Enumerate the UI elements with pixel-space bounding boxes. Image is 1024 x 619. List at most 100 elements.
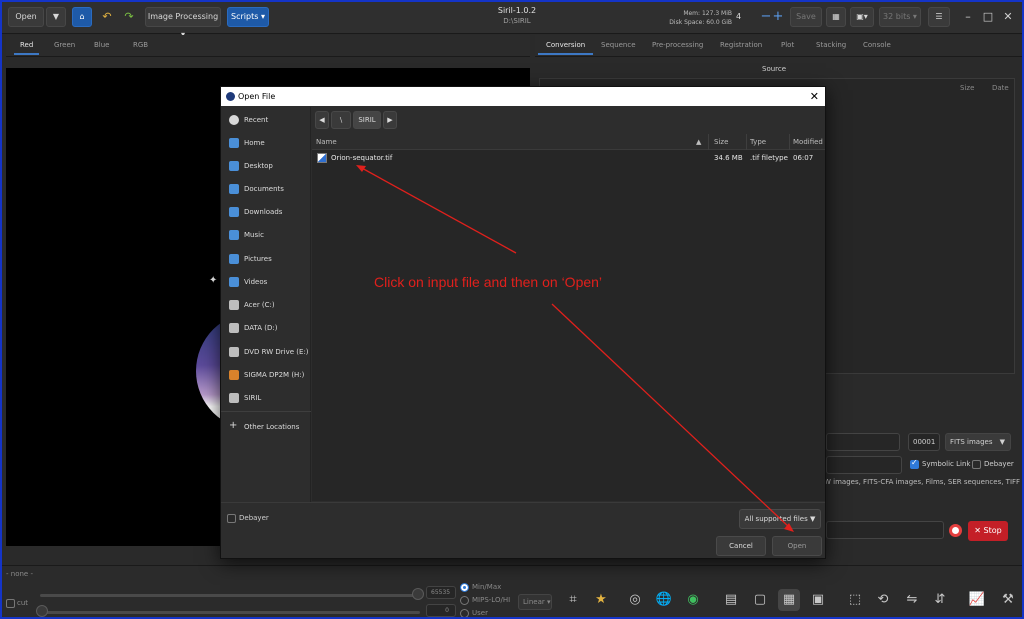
path-forward-icon[interactable]: ▶ [383,111,397,129]
hi-slider[interactable] [40,594,420,597]
dialog-debayer-checkbox[interactable] [227,514,236,523]
undo-icon[interactable]: ↶ [97,7,117,27]
radio-user-label: User [472,609,488,617]
chart-icon[interactable]: 📈 [966,589,988,611]
path-segment-siril[interactable]: SIRIL [353,111,381,129]
tab-pre-processing[interactable]: Pre-processing [652,41,703,49]
hamburger-menu-icon[interactable]: ☰ [928,7,950,27]
home-button[interactable]: ⌂ [72,7,92,27]
radio-minmax[interactable] [460,583,469,592]
place-siril[interactable]: SIRIL [229,391,261,405]
place-drive-d[interactable]: DATA (D:) [229,321,277,335]
column-date[interactable]: Date [992,84,1009,92]
col-name[interactable]: Name [316,138,337,146]
hi-value-field[interactable]: 65535 [426,586,456,599]
place-documents[interactable]: Documents [229,182,284,196]
bit-depth-select[interactable]: 32 bits ▾ [879,7,921,27]
redo-icon[interactable]: ↷ [119,7,139,27]
column-size[interactable]: Size [960,84,974,92]
save-button[interactable]: Save [790,7,822,27]
tab-blue[interactable]: Blue [94,41,110,49]
display-mode-icon[interactable]: ▤ [720,589,742,611]
tab-green[interactable]: Green [54,41,75,49]
file-size: 34.6 MB [714,154,743,162]
stop-button[interactable]: ✕ Stop [968,521,1008,541]
start-index-field[interactable]: 00001 [908,433,940,451]
dialog-close-icon[interactable]: ✕ [810,87,819,106]
star-icon[interactable]: ★ [590,589,612,611]
path-back-icon[interactable]: ◀ [315,111,329,129]
cut-checkbox[interactable] [6,599,15,608]
scale-select[interactable]: Linear ▾ [518,594,552,610]
lo-value-field[interactable]: 0 [426,604,456,617]
image-processing-menu[interactable]: Image Processing ▾ [145,7,221,39]
image-dropdown-icon[interactable]: ▣▾ [850,7,874,27]
tab-sequence[interactable]: Sequence [601,41,636,49]
open-file-button[interactable]: Open [772,536,822,556]
negative-view-icon[interactable]: ▢ [749,589,771,611]
tab-registration[interactable]: Registration [720,41,762,49]
radio-user[interactable] [460,609,469,617]
tools-icon[interactable]: ⚒ [997,589,1019,611]
globe-icon[interactable]: 🌐 [653,589,675,611]
photometry-icon[interactable]: ◎ [624,589,646,611]
place-pictures[interactable]: Pictures [229,252,272,266]
tab-console[interactable]: Console [863,41,891,49]
crop-icon[interactable]: ⬚ [844,589,866,611]
sequence-name-field[interactable] [826,521,944,539]
close-icon[interactable]: ✕ [998,7,1018,27]
place-home[interactable]: Home [229,136,265,150]
open-button[interactable]: Open [8,7,44,27]
output-format-select[interactable]: FITS images ▼ [945,433,1011,451]
snapshot-icon[interactable]: ▦ [826,7,846,27]
file-modified: 06:07 [793,154,814,162]
col-type[interactable]: Type [750,138,766,146]
file-row[interactable]: Orion-sequator.tif 34.6 MB .tif filetype… [312,151,825,165]
recent-dropdown-button[interactable]: ▼ [46,7,66,27]
sort-asc-icon[interactable]: ▲ [696,138,701,146]
place-drive-h[interactable]: SIGMA DP2M (H:) [229,368,304,382]
hi-slider-handle[interactable] [412,588,424,600]
radio-mips[interactable] [460,596,469,605]
column-divider [789,134,790,150]
mirror-icon[interactable]: ⇋ [901,589,923,611]
col-size[interactable]: Size [714,138,728,146]
place-videos[interactable]: Videos [229,275,267,289]
tab-rgb[interactable]: RGB [133,41,148,49]
tab-stacking[interactable]: Stacking [816,41,846,49]
tab-plot[interactable]: Plot [781,41,794,49]
col-modified[interactable]: Modified [793,138,823,146]
places-divider [221,411,311,412]
plus-icon[interactable]: + [768,7,788,27]
place-music[interactable]: Music [229,228,264,242]
place-other-locations[interactable]: + Other Locations [229,420,299,434]
rotate-icon[interactable]: ⟲ [872,589,894,611]
flip-icon[interactable]: ⇵ [929,589,951,611]
place-downloads[interactable]: Downloads [229,205,282,219]
place-recent[interactable]: Recent [229,113,268,127]
place-drive-e[interactable]: DVD RW Drive (E:) [229,345,309,359]
symbolic-link-checkbox[interactable] [910,458,919,469]
destination-field[interactable] [826,456,902,474]
maximize-icon[interactable]: □ [978,7,998,27]
lifebuoy-icon[interactable] [949,524,962,537]
snapshot-view-icon[interactable]: ▣ [807,589,829,611]
lo-slider-handle[interactable] [36,605,48,617]
lo-slider[interactable] [40,611,420,614]
drive-icon [229,393,239,403]
histogram-icon[interactable]: ⌗ [562,589,584,611]
output-name-field[interactable] [826,433,900,451]
scripts-menu[interactable]: Scripts ▾ [227,7,269,27]
colormap-icon[interactable]: ▦ [778,589,800,611]
tab-conversion[interactable]: Conversion [537,41,594,55]
target-icon[interactable]: ◉ [682,589,704,611]
path-segment-root[interactable]: \ [331,111,351,129]
minimize-icon[interactable]: – [958,7,978,27]
cancel-button[interactable]: Cancel [716,536,766,556]
file-list-header: Name ▲ Size Type Modified [312,134,825,150]
place-desktop[interactable]: Desktop [229,159,273,173]
debayer-checkbox[interactable] [972,460,981,469]
file-filter-select[interactable]: All supported files ▼ [739,509,821,529]
place-drive-c[interactable]: Acer (C:) [229,298,275,312]
tab-red[interactable]: Red [13,41,40,55]
